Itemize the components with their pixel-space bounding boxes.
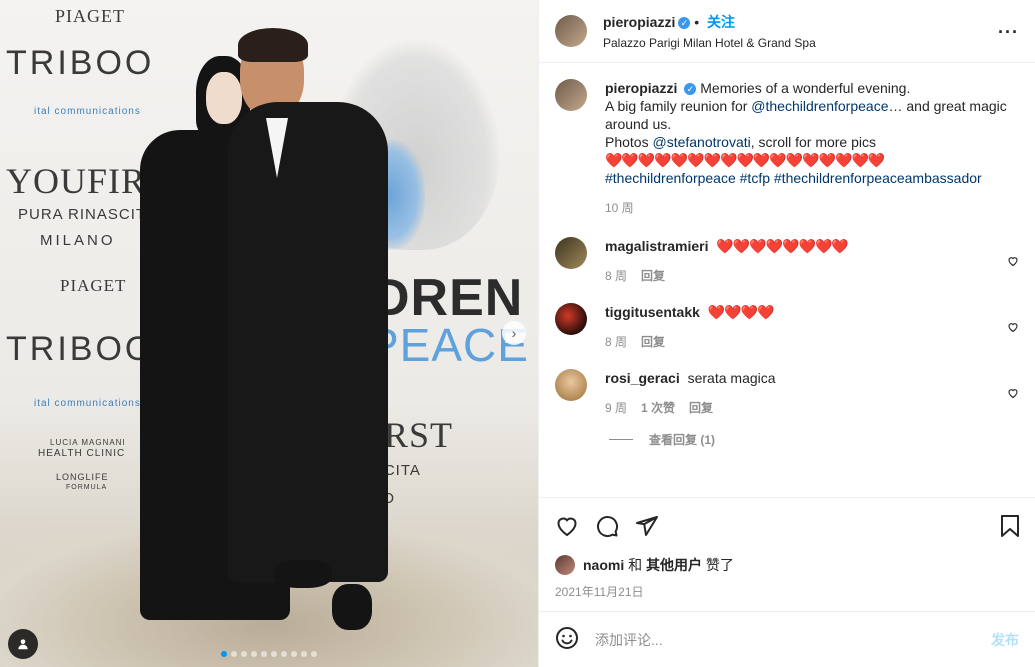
comment-bubble-icon[interactable] [595, 514, 619, 538]
carousel-dot [311, 651, 317, 657]
backdrop-triboo: TRIBOO [6, 44, 155, 82]
backdrop-lucia: LUCIA MAGNANI [50, 438, 126, 447]
like-comment-icon[interactable] [1007, 321, 1019, 336]
carousel-dot [291, 651, 297, 657]
carousel-dot [251, 651, 257, 657]
comments-list[interactable]: pieropiazzi ✓ Memories of a wonderful eve… [539, 63, 1035, 497]
like-comment-icon[interactable] [1007, 387, 1019, 402]
comment: tiggitusentakk ❤️❤️❤️❤️ 8 周 回复 [555, 303, 1019, 351]
mention-link[interactable]: @stefanotrovati [652, 134, 750, 150]
caption-line3-pre: Photos [605, 134, 653, 150]
post-header: pieropiazzi ✓ • 关注 Palazzo Parigi Milan H… [539, 0, 1035, 63]
more-options-icon[interactable]: ··· [998, 22, 1019, 43]
divider-line [609, 439, 633, 440]
backdrop-longlife: LONGLIFE [56, 472, 109, 482]
carousel-dot [221, 651, 227, 657]
caption-line1: Memories of a wonderful evening. [700, 80, 911, 96]
caption-hashtags[interactable]: #thechildrenforpeace #tcfp #thechildrenf… [605, 170, 982, 186]
add-comment-bar: 发布 [539, 611, 1035, 667]
carousel-dot [281, 651, 287, 657]
likes-others-link[interactable]: 其他用户 [646, 555, 702, 575]
tagged-users-icon[interactable] [8, 629, 38, 659]
caption-line2-pre: A big family reunion for [605, 98, 752, 114]
follow-button[interactable]: 关注 [707, 14, 735, 30]
like-heart-icon[interactable] [555, 514, 579, 538]
bookmark-save-icon[interactable] [999, 514, 1021, 538]
man-suit [228, 102, 388, 582]
woman-face [206, 72, 242, 124]
likes-liked: 赞了 [705, 557, 734, 573]
comment-time[interactable]: 8 周 [605, 333, 627, 351]
commenter-username[interactable]: tiggitusentakk [605, 304, 700, 320]
commenter-avatar[interactable] [555, 303, 587, 335]
comment-text: ❤️❤️❤️❤️ [707, 304, 775, 320]
backdrop-milano: MILANO [40, 232, 116, 249]
backdrop-formula: FORMULA [66, 484, 108, 491]
commenter-username[interactable]: magalistramieri [605, 238, 709, 254]
backdrop-pura: PURA RINASCITA [18, 206, 156, 223]
reply-button[interactable]: 回复 [641, 267, 665, 285]
view-replies-label: 查看回复 (1) [649, 433, 716, 447]
author-username[interactable]: pieropiazzi [603, 14, 675, 30]
verified-badge-icon: ✓ [678, 17, 691, 30]
reply-button[interactable]: 回复 [689, 399, 713, 417]
commenter-avatar[interactable] [555, 369, 587, 401]
carousel-indicator [221, 651, 317, 657]
backdrop-ital-2: ital communications [34, 398, 141, 409]
emoji-icon[interactable] [555, 626, 579, 653]
comment: magalistramieri ❤️❤️❤️❤️❤️❤️❤️❤️ 8 周 回复 [555, 237, 1019, 285]
reply-button[interactable]: 回复 [641, 333, 665, 351]
comment-text: ❤️❤️❤️❤️❤️❤️❤️❤️ [716, 238, 848, 254]
carousel-dot [241, 651, 247, 657]
backdrop-health: HEALTH CLINIC [38, 448, 126, 459]
verified-badge-icon: ✓ [684, 83, 697, 96]
caption: pieropiazzi ✓ Memories of a wonderful eve… [555, 79, 1019, 217]
mention-link[interactable]: @thechildrenforpeace [751, 98, 888, 114]
comment: rosi_geraci serata magica 9 周 1 次赞 回复 [555, 369, 1019, 417]
commenter-avatar[interactable] [555, 237, 587, 269]
backdrop-ital: ital communications [34, 106, 141, 117]
man-shoe-right [332, 584, 372, 630]
commenter-username[interactable]: rosi_geraci [605, 370, 680, 386]
share-send-icon[interactable] [635, 514, 659, 538]
liker-avatar[interactable] [555, 555, 575, 575]
post-comment-button[interactable]: 发布 [991, 630, 1019, 650]
backdrop-triboo-2: TRIBOO [6, 330, 155, 368]
comment-likes[interactable]: 1 次赞 [641, 399, 675, 417]
caption-line3-post: , scroll for more pics [750, 134, 876, 150]
caption-hearts: ❤️❤️❤️❤️❤️❤️❤️❤️❤️❤️❤️❤️❤️❤️❤️❤️❤️ [605, 152, 885, 168]
view-replies-button[interactable]: 查看回复 (1) [609, 431, 1019, 448]
carousel-dot [271, 651, 277, 657]
author-avatar[interactable] [555, 15, 587, 47]
comment-text: serata magica [687, 370, 776, 386]
backdrop-piaget-2: PIAGET [60, 276, 127, 295]
man-shoe-left [274, 560, 332, 588]
caption-username[interactable]: pieropiazzi [605, 80, 677, 96]
comment-time[interactable]: 9 周 [605, 399, 627, 417]
backdrop-piaget: PIAGET [55, 6, 125, 26]
post-panel: pieropiazzi ✓ • 关注 Palazzo Parigi Milan H… [538, 0, 1035, 667]
like-comment-icon[interactable] [1007, 255, 1019, 270]
post-date[interactable]: 2021年11月21日 [539, 577, 1035, 611]
carousel-dot [231, 651, 237, 657]
caption-avatar[interactable] [555, 79, 587, 111]
caption-time[interactable]: 10 周 [605, 199, 634, 217]
post-photo[interactable]: PIAGET TRIBOO ital communications YOUFIR… [0, 0, 538, 667]
comment-time[interactable]: 8 周 [605, 267, 627, 285]
likes-and: 和 [628, 557, 643, 573]
carousel-dot [301, 651, 307, 657]
likes-summary: naomi 和 其他用户 赞了 [539, 553, 1035, 577]
next-photo-button[interactable]: › [502, 321, 526, 345]
post-location[interactable]: Palazzo Parigi Milan Hotel & Grand Spa [603, 36, 816, 50]
carousel-dot [261, 651, 267, 657]
comment-input[interactable] [595, 631, 991, 648]
action-bar [539, 497, 1035, 553]
separator-dot: • [694, 14, 704, 30]
man-hair [238, 28, 308, 62]
liker-username[interactable]: naomi [583, 557, 624, 573]
